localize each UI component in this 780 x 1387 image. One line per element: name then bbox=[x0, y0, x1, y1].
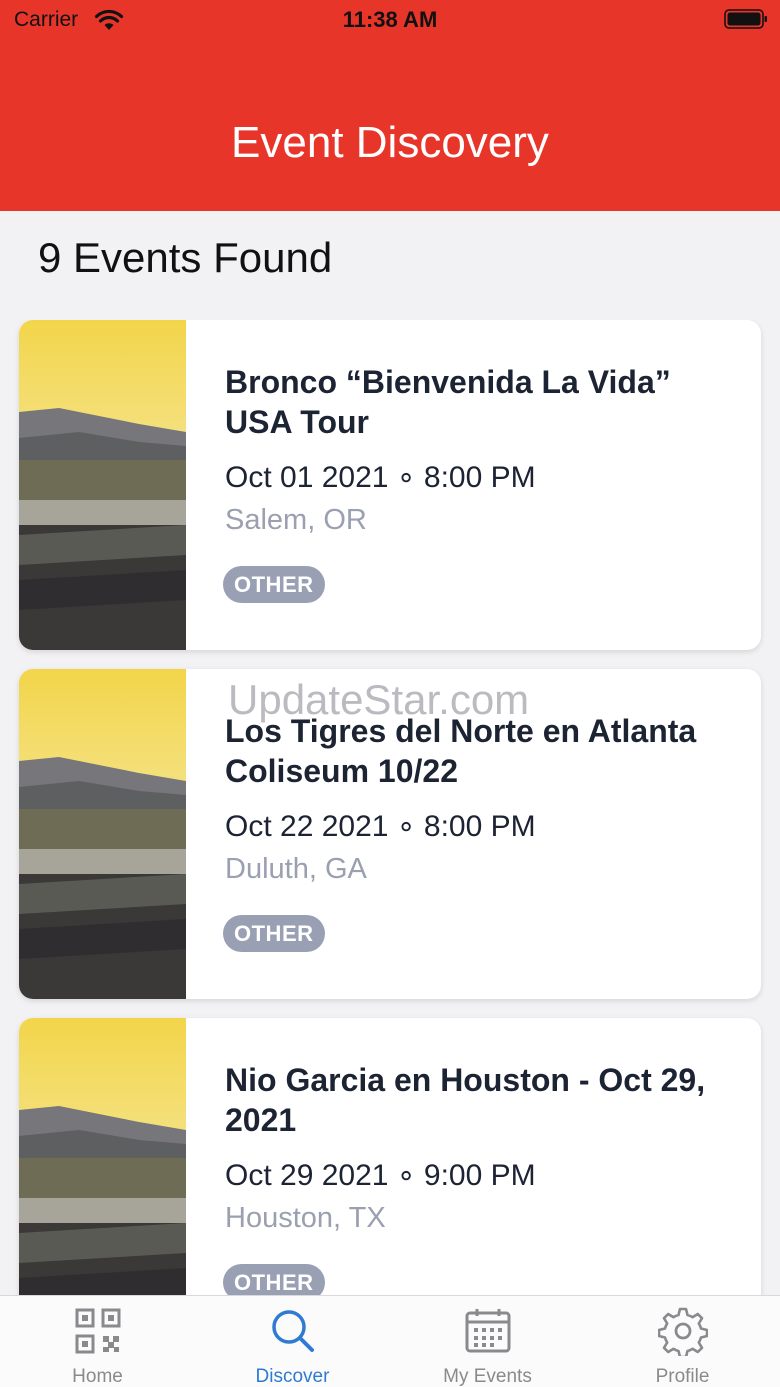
event-list[interactable]: Bronco “Bienvenida La Vida” USA Tour Oct… bbox=[0, 320, 780, 1295]
watermark: UpdateStar.com bbox=[228, 676, 530, 723]
event-location: Salem, OR bbox=[225, 504, 367, 536]
event-datetime: Oct 01 2021 ∘ 8:00 PM bbox=[225, 461, 536, 494]
event-card[interactable]: Nio Garcia en Houston - Oct 29, 2021 Oct… bbox=[19, 1018, 761, 1295]
event-category-tag: OTHER bbox=[223, 566, 325, 603]
battery-icon bbox=[724, 9, 767, 29]
results-count: 9 Events Found bbox=[38, 234, 333, 281]
tab-label: Home bbox=[72, 1366, 123, 1387]
event-datetime: Oct 22 2021 ∘ 8:00 PM bbox=[225, 810, 536, 843]
event-image bbox=[19, 1018, 186, 1295]
event-card[interactable]: Bronco “Bienvenida La Vida” USA Tour Oct… bbox=[19, 320, 761, 650]
tab-label: Profile bbox=[655, 1366, 710, 1387]
tab-profile[interactable]: Profile bbox=[585, 1296, 780, 1387]
event-category-tag: OTHER bbox=[223, 1264, 325, 1295]
calendar-icon bbox=[465, 1309, 511, 1353]
tab-discover[interactable]: Discover bbox=[195, 1296, 390, 1387]
qr-code-icon bbox=[75, 1308, 121, 1354]
event-image bbox=[19, 320, 186, 650]
event-category-tag: OTHER bbox=[223, 915, 325, 952]
status-bar: Carrier 11:38 AM bbox=[0, 0, 780, 42]
tab-home[interactable]: Home bbox=[0, 1296, 195, 1387]
event-image bbox=[19, 669, 186, 999]
event-title[interactable]: Bronco “Bienvenida La Vida” USA Tour bbox=[225, 362, 735, 442]
event-datetime: Oct 29 2021 ∘ 9:00 PM bbox=[225, 1159, 536, 1192]
tab-bar: Home Discover My Events Profile bbox=[0, 1295, 780, 1387]
gear-icon bbox=[658, 1307, 708, 1356]
tab-my-events[interactable]: My Events bbox=[390, 1296, 585, 1387]
app-header: Carrier 11:38 AM Event Discovery bbox=[0, 0, 780, 211]
clock: 11:38 AM bbox=[342, 7, 438, 32]
tab-label: Discover bbox=[255, 1366, 330, 1387]
page-title: Event Discovery bbox=[231, 118, 549, 167]
event-title[interactable]: Nio Garcia en Houston - Oct 29, 2021 bbox=[225, 1060, 735, 1140]
tab-label: My Events bbox=[443, 1366, 532, 1387]
event-location: Duluth, GA bbox=[225, 853, 367, 885]
search-icon bbox=[272, 1310, 314, 1352]
event-location: Houston, TX bbox=[225, 1202, 386, 1234]
